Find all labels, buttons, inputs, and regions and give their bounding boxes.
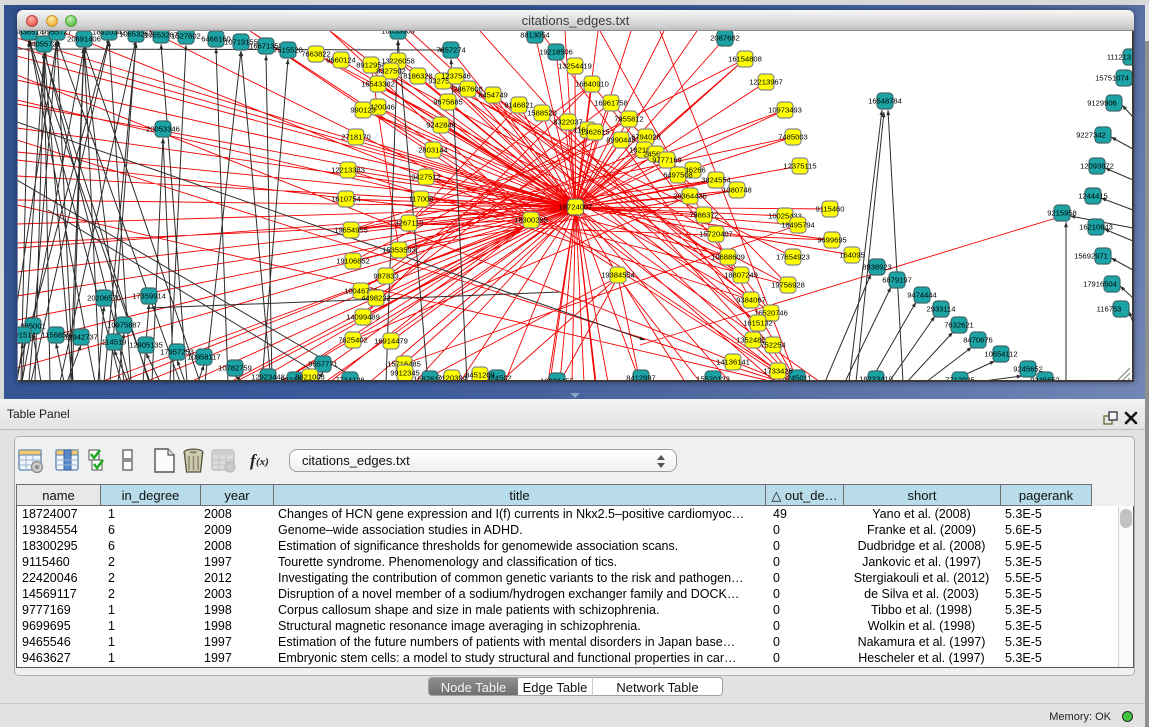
svg-text:9227342: 9227342	[1076, 131, 1106, 140]
svg-text:9427512: 9427512	[411, 173, 441, 182]
svg-text:7632621: 7632621	[944, 321, 974, 330]
svg-text:9657771: 9657771	[308, 360, 338, 369]
svg-text:1615132: 1615132	[743, 319, 773, 328]
svg-text:9675685: 9675685	[433, 98, 463, 107]
svg-text:16543382: 16543382	[361, 80, 395, 89]
svg-text:752254: 752254	[760, 341, 785, 350]
svg-text:19756928: 19756928	[771, 281, 805, 290]
svg-text:9129906: 9129906	[1087, 99, 1117, 108]
svg-text:1244415: 1244415	[1078, 192, 1108, 201]
svg-text:16033809: 16033809	[381, 31, 415, 36]
svg-text:12093872: 12093872	[1080, 162, 1114, 171]
svg-text:2087682: 2087682	[710, 34, 740, 43]
svg-text:117008: 117008	[409, 195, 434, 204]
svg-text:987833: 987833	[373, 272, 398, 281]
svg-text:1237546: 1237546	[441, 72, 471, 81]
svg-text:10958117: 10958117	[187, 353, 220, 362]
svg-text:14099489: 14099489	[346, 313, 380, 322]
svg-text:9660124: 9660124	[326, 56, 356, 65]
svg-text:7357274: 7357274	[436, 46, 466, 55]
svg-text:6794028: 6794028	[631, 133, 661, 142]
svg-text:9699695: 9699695	[817, 236, 847, 245]
svg-text:14055721: 14055721	[27, 40, 61, 49]
svg-text:14136141: 14136141	[716, 358, 750, 367]
svg-text:7485003: 7485003	[778, 133, 808, 142]
svg-text:10654112: 10654112	[984, 350, 1017, 359]
svg-text:16640910: 16640910	[575, 80, 609, 89]
svg-text:1610754: 1610754	[331, 195, 361, 204]
svg-text:20364436: 20364436	[673, 192, 707, 201]
svg-text:19218506: 19218506	[539, 48, 573, 57]
svg-text:9215958: 9215958	[1047, 209, 1077, 218]
svg-text:16548784: 16548784	[868, 97, 902, 106]
svg-text:10973493: 10973493	[768, 106, 802, 115]
svg-text:15692971: 15692971	[1074, 252, 1108, 261]
svg-text:16961758: 16961758	[594, 99, 628, 108]
svg-text:20206570: 20206570	[87, 294, 121, 303]
svg-text:9912345: 9912345	[390, 369, 420, 378]
svg-text:8454749: 8454749	[478, 91, 508, 100]
svg-text:9245652: 9245652	[1013, 365, 1043, 374]
svg-text:10782759: 10782759	[218, 364, 252, 373]
svg-text:3267110: 3267110	[395, 219, 424, 228]
svg-text:15353593: 15353593	[382, 246, 416, 255]
svg-text:114519: 114519	[102, 338, 127, 347]
svg-text:4498222: 4498222	[361, 294, 391, 303]
svg-text:1733426: 1733426	[763, 367, 793, 376]
svg-text:990123: 990123	[350, 106, 375, 115]
svg-text:16154808: 16154808	[728, 55, 762, 64]
svg-text:12375115: 12375115	[783, 162, 816, 171]
svg-text:19106852: 19106852	[336, 257, 370, 266]
svg-text:19654955: 19654955	[334, 226, 368, 235]
svg-text:18495794: 18495794	[781, 221, 815, 230]
svg-text:1080748: 1080748	[722, 186, 752, 195]
svg-text:3824554: 3824554	[701, 176, 731, 185]
svg-text:17654923: 17654923	[776, 253, 810, 262]
svg-text:15751074: 15751074	[1095, 74, 1129, 83]
svg-text:17916504: 17916504	[1083, 280, 1117, 289]
svg-text:17359914: 17359914	[132, 292, 166, 301]
svg-text:9115460: 9115460	[816, 205, 845, 214]
svg-text:10975887: 10975887	[107, 321, 141, 330]
svg-text:9242848: 9242848	[426, 121, 456, 130]
svg-text:1588520: 1588520	[527, 109, 557, 118]
svg-text:12942737: 12942737	[64, 333, 98, 342]
svg-text:7515520: 7515520	[273, 46, 303, 55]
svg-text:12905135: 12905135	[129, 341, 163, 350]
svg-text:1527602: 1527602	[171, 32, 201, 41]
svg-text:20053346: 20053346	[146, 125, 180, 134]
svg-text:15720407: 15720407	[699, 230, 733, 239]
svg-text:7986372: 7986372	[689, 211, 719, 220]
svg-text:9777169: 9777169	[652, 156, 682, 165]
svg-text:8470676: 8470676	[963, 336, 993, 345]
svg-text:16914479: 16914479	[374, 337, 408, 346]
svg-text:9474444: 9474444	[907, 291, 937, 300]
svg-text:111213: 111213	[1107, 53, 1131, 62]
svg-text:12213967: 12213967	[749, 78, 783, 87]
svg-text:(x): (x)	[256, 456, 269, 468]
svg-text:164095: 164095	[839, 251, 864, 260]
svg-text:18807249: 18807249	[724, 271, 758, 280]
svg-text:2718170: 2718170	[341, 133, 371, 142]
svg-text:6497508: 6497508	[663, 171, 693, 180]
svg-text:8938923: 8938923	[862, 263, 892, 272]
svg-text:16210643: 16210643	[1079, 223, 1113, 232]
svg-text:19384554: 19384554	[601, 271, 635, 280]
svg-text:7955812: 7955812	[614, 115, 644, 124]
svg-text:9384067: 9384067	[736, 296, 766, 305]
svg-text:2933114: 2933114	[927, 305, 956, 314]
svg-text:13254419: 13254419	[558, 62, 592, 71]
svg-text:391514: 391514	[17, 331, 36, 340]
svg-text:18300295: 18300295	[514, 216, 548, 225]
svg-text:12213383: 12213383	[331, 166, 365, 175]
svg-text:8813054: 8813054	[520, 31, 550, 40]
svg-text:18724007: 18724007	[559, 203, 593, 212]
svg-text:7625402: 7625402	[338, 336, 368, 345]
svg-text:10688609: 10688609	[711, 253, 745, 262]
svg-text:8327502: 8327502	[376, 67, 406, 76]
svg-text:116753: 116753	[1097, 305, 1122, 314]
svg-text:2803144: 2803144	[418, 146, 448, 155]
svg-text:8451209: 8451209	[465, 371, 495, 380]
svg-text:6879197: 6879197	[882, 276, 912, 285]
